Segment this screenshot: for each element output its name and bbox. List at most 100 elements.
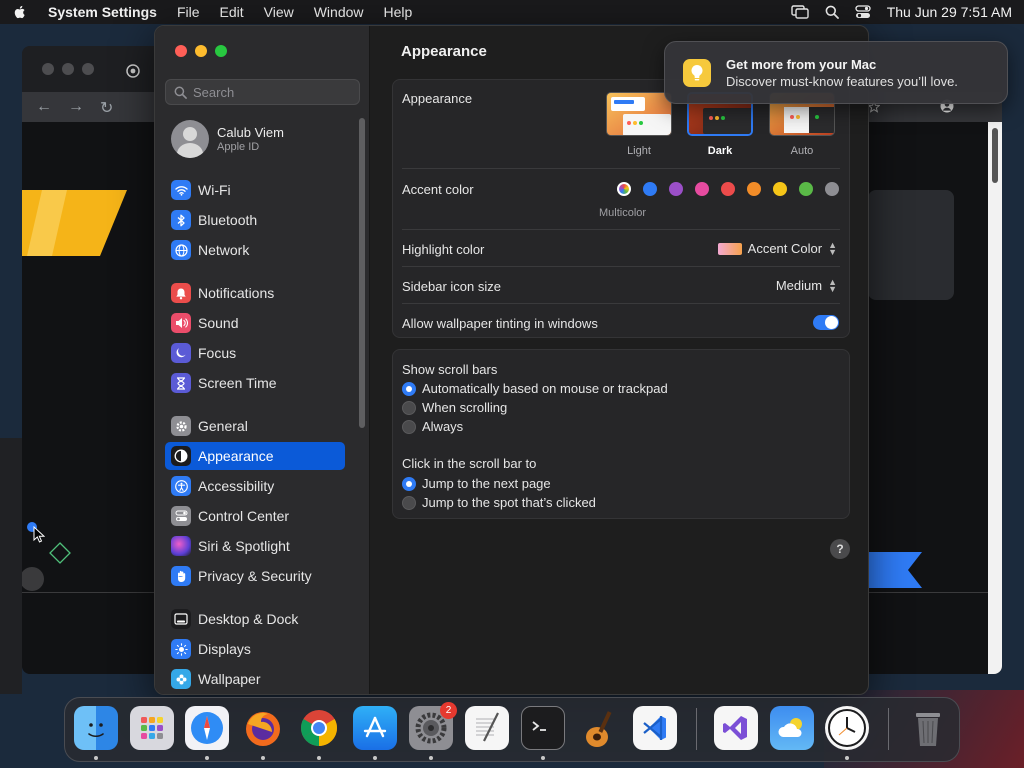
radio-jump-next-page[interactable]: Jump to the next page [402, 476, 551, 491]
sidebar-icon-size-popup[interactable]: Medium ▲ ▼ [775, 277, 837, 293]
notification-body: Discover must-know features you’ll love. [726, 74, 958, 89]
sidebar-item-general[interactable]: General [165, 412, 345, 440]
sidebar-scrollbar[interactable] [359, 118, 365, 428]
sidebar-item-wifi[interactable]: Wi-Fi [165, 176, 345, 204]
sidebar-item-privacy-security[interactable]: Privacy & Security [165, 562, 345, 590]
dock-firefox-icon[interactable] [241, 706, 285, 750]
sidebar-item-accessibility[interactable]: Accessibility [165, 472, 345, 500]
appearance-icon [171, 446, 191, 466]
highlight-color-value: Accent Color [747, 241, 823, 256]
dock-terminal-icon[interactable] [521, 706, 565, 750]
menu-help[interactable]: Help [384, 4, 413, 20]
mouse-cursor-icon [33, 526, 45, 543]
radio-button[interactable] [402, 400, 416, 415]
browser-scrollbar[interactable] [988, 122, 1002, 674]
accent-swatch-yellow[interactable] [773, 182, 787, 196]
dock-clock-icon[interactable] [825, 706, 869, 750]
sidebar-item-sound[interactable]: Sound [165, 309, 345, 337]
background-window-edge [0, 438, 22, 694]
sidebar-item-notifications[interactable]: Notifications [165, 279, 345, 307]
dock-chrome-icon[interactable] [297, 706, 341, 750]
help-button[interactable]: ? [830, 539, 850, 559]
radio-scroll-always[interactable]: Always [402, 419, 463, 434]
sidebar-icon-size-value: Medium [775, 278, 823, 293]
dock-visual-studio-icon[interactable] [714, 706, 758, 750]
sidebar-item-network[interactable]: Network [165, 236, 345, 264]
close-button[interactable] [175, 45, 187, 57]
appearance-pane: Appearance Appearance Light Dark Auto Ac… [371, 26, 868, 694]
search-field[interactable] [165, 79, 360, 105]
spotlight-search-icon[interactable] [825, 5, 839, 19]
app-name-menu[interactable]: System Settings [48, 4, 157, 20]
accent-swatch-red[interactable] [721, 182, 735, 196]
screen-mirroring-icon[interactable] [790, 5, 809, 19]
accent-swatch-graphite[interactable] [825, 182, 839, 196]
radio-label: Jump to the spot that’s clicked [422, 495, 596, 510]
accent-swatch-pink[interactable] [695, 182, 709, 196]
apple-logo-icon[interactable] [12, 4, 28, 20]
tips-lightbulb-icon [683, 59, 711, 87]
dock-finder-icon[interactable] [74, 706, 118, 750]
dock-system-settings-icon[interactable]: 2 [409, 702, 457, 750]
browser-reload-icon[interactable]: ↻ [100, 98, 113, 118]
wallpaper-tinting-label: Allow wallpaper tinting in windows [402, 316, 598, 331]
minimize-button[interactable] [195, 45, 207, 57]
click-scroll-bar-label: Click in the scroll bar to [402, 456, 537, 471]
zoom-button[interactable] [215, 45, 227, 57]
accent-swatch-green[interactable] [799, 182, 813, 196]
radio-scroll-auto[interactable]: Automatically based on mouse or trackpad [402, 381, 668, 396]
blue-ribbon-shape [868, 552, 922, 588]
radio-button[interactable] [402, 419, 416, 434]
accent-swatch-blue[interactable] [643, 182, 657, 196]
radio-jump-spot-clicked[interactable]: Jump to the spot that’s clicked [402, 495, 596, 510]
accent-multicolor-swatch[interactable] [617, 182, 631, 196]
dock-textedit-icon[interactable] [465, 706, 509, 750]
accent-swatch-orange[interactable] [747, 182, 761, 196]
menu-window[interactable]: Window [314, 4, 364, 20]
browser-forward-icon[interactable]: → [68, 98, 84, 116]
browser-minimize-dot[interactable] [62, 63, 74, 75]
sidebar-item-bluetooth[interactable]: Bluetooth [165, 206, 345, 234]
sidebar-item-wallpaper[interactable]: Wallpaper [165, 665, 345, 693]
sidebar-item-screen-time[interactable]: Screen Time [165, 369, 345, 397]
globe-icon [171, 240, 191, 260]
browser-close-dot[interactable] [42, 63, 54, 75]
dock-app-store-icon[interactable] [353, 706, 397, 750]
dock-safari-icon[interactable] [185, 706, 229, 750]
notification-banner[interactable]: Get more from your Mac Discover must-kno… [664, 41, 1008, 104]
control-center-icon[interactable] [855, 5, 871, 19]
sidebar-item-appearance[interactable]: Appearance [165, 442, 345, 470]
sidebar-item-label: Appearance [198, 448, 274, 464]
divider [402, 303, 840, 304]
radio-button[interactable] [402, 476, 416, 491]
moon-icon [171, 343, 191, 363]
wallpaper-tinting-toggle[interactable] [813, 315, 839, 330]
appearance-label: Appearance [402, 91, 473, 106]
browser-zoom-dot[interactable] [82, 63, 94, 75]
sidebar-item-focus[interactable]: Focus [165, 339, 345, 367]
dock-weather-icon[interactable] [770, 706, 814, 750]
dock-launchpad-icon[interactable] [130, 706, 174, 750]
highlight-color-popup[interactable]: Accent Color ▲ ▼ [717, 240, 837, 256]
sidebar-item-siri-spotlight[interactable]: Siri & Spotlight [165, 532, 345, 560]
dock-garageband-icon[interactable] [577, 706, 621, 750]
menu-file[interactable]: File [177, 4, 200, 20]
menu-view[interactable]: View [264, 4, 294, 20]
sidebar-item-desktop-dock[interactable]: Desktop & Dock [165, 605, 345, 633]
radio-label: Jump to the next page [422, 476, 551, 491]
accent-swatch-purple[interactable] [669, 182, 683, 196]
radio-button[interactable] [402, 495, 416, 510]
profile-name: Calub Viem [217, 125, 284, 140]
radio-button[interactable] [402, 381, 416, 396]
apple-id-profile[interactable]: Calub Viem Apple ID [171, 120, 284, 158]
sidebar-item-control-center[interactable]: Control Center [165, 502, 345, 530]
radio-scroll-when-scrolling[interactable]: When scrolling [402, 400, 507, 415]
dock-trash-icon[interactable] [906, 706, 950, 750]
menu-edit[interactable]: Edit [220, 4, 244, 20]
dock-vscode-icon[interactable] [633, 706, 677, 750]
browser-back-icon[interactable]: ← [36, 98, 52, 116]
search-input[interactable] [193, 84, 353, 100]
appearance-option-light[interactable] [606, 92, 672, 136]
menu-bar-clock[interactable]: Thu Jun 29 7:51 AM [887, 4, 1012, 20]
sidebar-item-displays[interactable]: Displays [165, 635, 345, 663]
